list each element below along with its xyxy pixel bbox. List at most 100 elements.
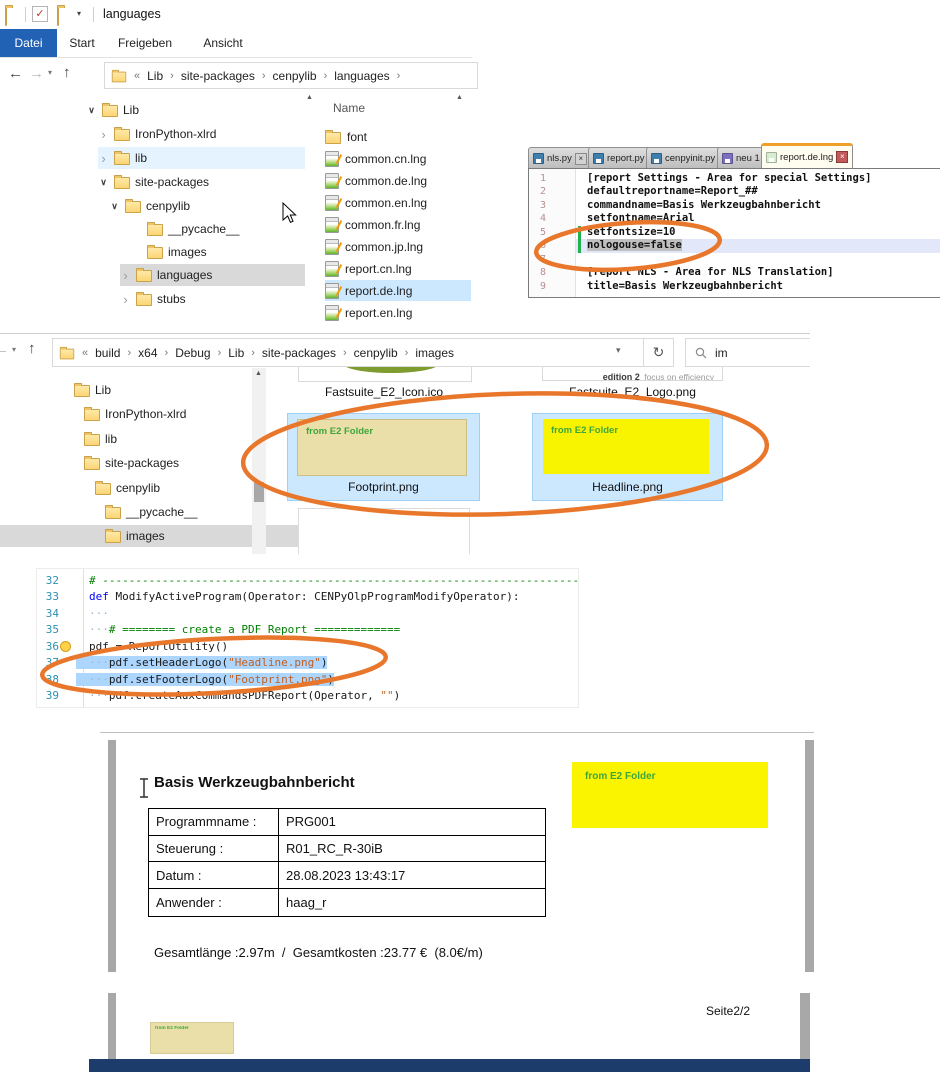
breadcrumb-item[interactable]: images — [415, 346, 454, 360]
address-dropdown-icon[interactable]: ▾ — [616, 345, 621, 356]
refresh-button[interactable]: ↻ — [643, 338, 674, 367]
file-row[interactable]: common.jp.lng — [325, 236, 471, 257]
chevron-right-icon[interactable]: › — [165, 347, 169, 359]
tree-item-cenpylib[interactable]: ∨cenpylib — [109, 195, 190, 217]
thumbnail-empty[interactable] — [298, 508, 470, 554]
editor-content[interactable]: 1[report Settings - Area for special Set… — [528, 168, 940, 298]
separator — [93, 7, 94, 22]
breadcrumb-item[interactable]: x64 — [138, 346, 157, 360]
thumbnail-label[interactable]: Fastsuite_E2_Icon.ico — [298, 385, 470, 399]
column-header-name[interactable]: Name — [333, 101, 365, 115]
chevron-right-icon[interactable]: › — [324, 70, 328, 82]
ribbon-tab-start[interactable]: Start — [60, 29, 104, 57]
breadcrumb-item[interactable]: Lib — [228, 346, 244, 360]
chevron-right-icon[interactable]: › — [343, 347, 347, 359]
breadcrumb-item[interactable]: cenpylib — [354, 346, 398, 360]
tree-item-images-selected[interactable]: images — [0, 525, 341, 547]
tree-item-stubs[interactable]: ›stubs — [120, 288, 186, 310]
back-icon[interactable]: ← — [0, 341, 9, 358]
breadcrumb-item[interactable]: site-packages — [262, 346, 336, 360]
file-row[interactable]: common.en.lng — [325, 192, 471, 213]
address-bar[interactable]: « Lib› site-packages› cenpylib› language… — [104, 62, 478, 89]
qat-customize-dropdown-icon[interactable]: ▾ — [77, 9, 81, 18]
tree-item-lib-root[interactable]: ∨ Lib — [86, 99, 139, 121]
properties-check-icon[interactable]: ✓ — [32, 6, 48, 22]
tab-report-de-lng[interactable]: report.de.lng× — [761, 143, 853, 168]
chevron-right-icon[interactable]: › — [262, 70, 266, 82]
folder-icon[interactable] — [57, 7, 59, 26]
tree-item-lib-root[interactable]: Lib — [58, 379, 111, 401]
up-icon[interactable]: ↑ — [63, 64, 71, 81]
header-logo-text: from E2 Folder — [585, 771, 656, 782]
tree-item-ironpython-xlrd[interactable]: ›IronPython-xlrd — [98, 123, 216, 145]
scroll-up-icon[interactable]: ▲ — [456, 94, 463, 101]
file-row[interactable]: report.en.lng — [325, 302, 471, 323]
tree-item-cenpylib[interactable]: cenpylib — [79, 477, 160, 499]
chevron-down-icon[interactable]: ∨ — [86, 106, 97, 115]
tree-item-lib[interactable]: ›lib — [98, 147, 305, 169]
tree-item-pycache[interactable]: __pycache__ — [131, 218, 239, 240]
chevron-right-icon[interactable]: › — [120, 269, 131, 282]
tab-nls-py[interactable]: nls.py× — [528, 147, 592, 169]
thumbnail-headline-selected[interactable]: from E2 Folder Headline.png — [532, 413, 723, 501]
chevron-right-icon[interactable]: › — [405, 347, 409, 359]
thumbnail-footprint-selected[interactable]: from E2 Folder Footprint.png — [287, 413, 480, 501]
ribbon-tab-freigeben[interactable]: Freigeben — [108, 29, 182, 57]
scrollbar-track[interactable] — [252, 368, 266, 554]
breadcrumb-item[interactable]: Lib — [147, 69, 163, 83]
tree-item-site-packages[interactable]: site-packages — [68, 452, 179, 474]
file-row[interactable]: common.cn.lng — [325, 148, 471, 169]
chevron-down-icon[interactable]: ∨ — [109, 202, 120, 211]
close-icon[interactable]: × — [575, 153, 587, 165]
footprint-image: from E2 Folder — [297, 419, 467, 476]
thumbnail-fastsuite-icon[interactable] — [298, 367, 472, 382]
tree-item-lib[interactable]: lib — [68, 428, 117, 450]
file-row[interactable]: common.de.lng — [325, 170, 471, 191]
folder-icon — [74, 385, 90, 397]
search-box[interactable]: im — [685, 338, 810, 367]
file-row[interactable]: report.cn.lng — [325, 258, 471, 279]
forward-icon[interactable]: → — [29, 65, 44, 82]
tree-item-site-packages[interactable]: ∨site-packages — [98, 171, 209, 193]
close-icon[interactable]: × — [836, 151, 848, 163]
chevron-right-icon[interactable]: › — [251, 347, 255, 359]
search-input[interactable]: im — [715, 346, 728, 360]
recent-dropdown-icon[interactable]: ▾ — [12, 345, 16, 354]
back-icon[interactable]: ← — [8, 65, 23, 82]
chevron-right-icon[interactable]: › — [120, 293, 131, 306]
tree-item-pycache[interactable]: __pycache__ — [89, 501, 197, 523]
breadcrumb-item[interactable]: Debug — [175, 346, 210, 360]
file-row[interactable]: common.fr.lng — [325, 214, 471, 235]
file-row-selected[interactable]: report.de.lng — [325, 280, 471, 301]
thumbnail-label[interactable]: Fastsuite_E2_Logo.png — [542, 385, 723, 399]
chevron-down-icon[interactable]: ∨ — [98, 178, 109, 187]
chevron-right-icon[interactable]: › — [98, 152, 109, 165]
chevron-right-icon[interactable]: › — [218, 347, 222, 359]
thumbnail-fastsuite-logo[interactable]: edition 2 focus on efficiency — [542, 367, 723, 381]
window-code-editor: nls.py× report.py× cenpyinit.py× neu 1× … — [528, 143, 940, 296]
report-summary: Gesamtlänge :2.97m / Gesamtkosten :23.77… — [154, 945, 483, 960]
up-icon[interactable]: ↑ — [28, 340, 36, 357]
ribbon-tab-datei[interactable]: Datei — [0, 29, 57, 57]
chevron-right-icon[interactable]: › — [397, 70, 401, 82]
tree-item-images[interactable]: images — [131, 241, 207, 263]
chevron-right-icon[interactable]: › — [127, 347, 131, 359]
tree-item-label: Lib — [123, 103, 139, 117]
breadcrumb-item[interactable]: site-packages — [181, 69, 255, 83]
ribbon-tab-ansicht[interactable]: Ansicht — [196, 29, 250, 57]
tree-item-ironpython-xlrd[interactable]: IronPython-xlrd — [68, 403, 186, 425]
breadcrumb-item[interactable]: cenpylib — [273, 69, 317, 83]
lightbulb-icon[interactable] — [60, 641, 71, 652]
file-row[interactable]: font — [325, 126, 471, 147]
folder-icon — [84, 434, 100, 446]
scrollbar-thumb[interactable] — [254, 482, 264, 502]
recent-dropdown-icon[interactable]: ▾ — [48, 68, 52, 77]
breadcrumb-item[interactable]: build — [95, 346, 120, 360]
tree-item-languages[interactable]: ›languages — [120, 264, 305, 286]
chevron-right-icon[interactable]: › — [98, 128, 109, 141]
chevron-right-icon[interactable]: › — [170, 70, 174, 82]
scroll-up-icon[interactable]: ▲ — [306, 94, 313, 101]
scroll-up-icon[interactable]: ▲ — [255, 370, 262, 377]
address-bar[interactable]: « build› x64› Debug› Lib› site-packages›… — [52, 338, 646, 367]
breadcrumb-item[interactable]: languages — [334, 69, 389, 83]
